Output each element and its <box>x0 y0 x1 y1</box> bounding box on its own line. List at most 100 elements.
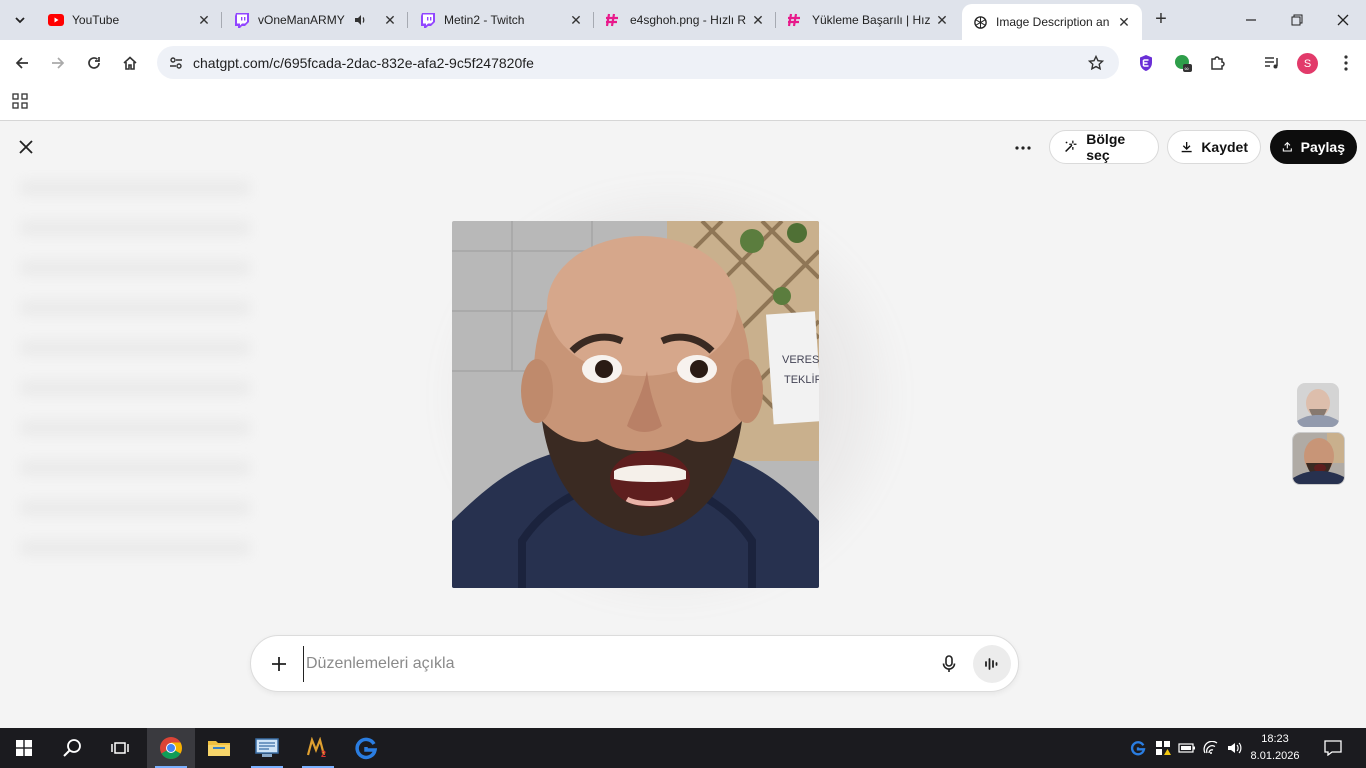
bookmarks-bar <box>0 85 1366 121</box>
back-button[interactable] <box>7 48 37 78</box>
system-clock[interactable]: 18:23 8.01.2026 <box>1246 731 1304 765</box>
close-tab-icon[interactable]: ✕ <box>196 12 212 28</box>
reload-button[interactable] <box>79 48 109 78</box>
search-button[interactable] <box>48 728 96 768</box>
twitch-icon <box>234 12 250 28</box>
add-attachment-button[interactable] <box>267 652 291 676</box>
speaker-icon[interactable] <box>352 12 368 28</box>
select-area-label: Bölge seç <box>1086 131 1126 163</box>
wifi-icon[interactable] <box>1200 728 1222 768</box>
hizli-resim-icon <box>788 12 804 28</box>
home-icon <box>123 56 137 70</box>
home-button[interactable] <box>115 48 145 78</box>
tab-title: Image Description an <box>996 15 1110 29</box>
share-button[interactable]: Paylaş <box>1270 130 1357 164</box>
tab-e4sghoh[interactable]: e4sghoh.png - Hızlı R ✕ <box>596 6 776 34</box>
media-controls-icon[interactable] <box>1259 50 1285 76</box>
g-logo-icon <box>355 737 378 760</box>
microphone-icon <box>942 655 956 672</box>
edited-image[interactable]: VERES TEKLİF <box>452 221 819 588</box>
magic-select-icon <box>1065 140 1077 153</box>
save-label: Kaydet <box>1201 139 1248 155</box>
address-bar[interactable]: chatgpt.com/c/695fcada-2dac-832e-afa2-9c… <box>157 46 1119 79</box>
new-tab-button[interactable]: + <box>1150 8 1172 30</box>
search-icon <box>63 739 81 757</box>
menu-kebab-icon[interactable] <box>1333 50 1359 76</box>
metin2-icon: 2 <box>306 737 326 759</box>
minimize-icon <box>1246 19 1256 21</box>
close-window-button[interactable] <box>1320 0 1366 40</box>
arrow-right-icon <box>52 57 65 69</box>
tab-youtube[interactable]: YouTube ✕ <box>38 6 222 34</box>
volume-icon[interactable] <box>1224 728 1246 768</box>
svg-text:TEKLİF: TEKLİF <box>784 373 819 386</box>
share-label: Paylaş <box>1300 139 1345 155</box>
save-button[interactable]: Kaydet <box>1167 130 1261 164</box>
thumbnail-original[interactable] <box>1297 383 1339 427</box>
battery-icon[interactable] <box>1176 728 1198 768</box>
url-text[interactable]: chatgpt.com/c/695fcada-2dac-832e-afa2-9c… <box>193 55 534 71</box>
profile-avatar[interactable]: S <box>1297 53 1318 74</box>
bookmark-star-icon[interactable] <box>1085 52 1107 74</box>
close-tab-icon[interactable]: ✕ <box>750 12 766 28</box>
close-tab-icon[interactable]: ✕ <box>934 12 950 28</box>
svg-text:2: 2 <box>321 749 326 759</box>
plus-icon: + <box>1155 7 1167 30</box>
more-options-button[interactable] <box>1010 135 1036 161</box>
tab-title: Yükleme Başarılı | Hız <box>812 13 930 27</box>
voice-mode-button[interactable] <box>973 645 1011 683</box>
taskbar-chrome[interactable] <box>147 728 195 768</box>
edit-description-input[interactable] <box>303 646 913 682</box>
task-view-button[interactable] <box>96 728 144 768</box>
taskbar-metin2[interactable]: 2 <box>294 728 342 768</box>
image-editor-view: Bölge seç Kaydet Paylaş VERES TEKLİF <box>0 121 1366 728</box>
apps-grid-icon[interactable] <box>12 93 28 109</box>
tab-strip: YouTube ✕ vOneManARMY - ✕ Metin2 - Twitc… <box>0 0 1366 40</box>
hizli-resim-icon <box>606 12 622 28</box>
site-settings-icon[interactable] <box>165 52 187 74</box>
dictate-button[interactable] <box>937 652 961 676</box>
youtube-icon <box>48 12 64 28</box>
upload-icon <box>1282 141 1292 152</box>
browser-toolbar: chatgpt.com/c/695fcada-2dac-832e-afa2-9c… <box>0 40 1366 85</box>
chrome-icon <box>160 737 182 759</box>
select-area-button[interactable]: Bölge seç <box>1049 130 1159 164</box>
tray-g-app-icon[interactable] <box>1128 728 1148 768</box>
close-icon <box>19 140 33 154</box>
tab-vonemanarmy[interactable]: vOneManARMY - ✕ <box>224 6 408 34</box>
twitch-icon <box>420 12 436 28</box>
close-tab-icon[interactable]: ✕ <box>1116 14 1132 30</box>
forward-button[interactable] <box>43 48 73 78</box>
start-button[interactable] <box>0 728 48 768</box>
download-icon <box>1181 142 1192 153</box>
tab-title: vOneManARMY - <box>258 13 348 27</box>
restore-button[interactable] <box>1274 0 1320 40</box>
tab-metin2-twitch[interactable]: Metin2 - Twitch ✕ <box>410 6 594 34</box>
tab-yukleme-basarili[interactable]: Yükleme Başarılı | Hız ✕ <box>778 6 960 34</box>
close-editor-button[interactable] <box>14 135 38 159</box>
arrow-left-icon <box>15 57 28 69</box>
blurred-sidebar <box>20 181 250 561</box>
close-tab-icon[interactable]: ✕ <box>382 12 398 28</box>
taskbar-g-app[interactable] <box>342 728 390 768</box>
thumbnail-edited[interactable] <box>1292 432 1345 485</box>
plus-icon <box>272 657 286 671</box>
close-tab-icon[interactable]: ✕ <box>568 12 584 28</box>
reload-icon <box>88 57 100 69</box>
tab-title: e4sghoh.png - Hızlı R <box>630 13 746 27</box>
shield-extension-icon[interactable] <box>1133 50 1159 76</box>
openai-icon <box>972 14 988 30</box>
minimize-button[interactable] <box>1228 0 1274 40</box>
chat-extension-icon[interactable]: ∞ <box>1170 50 1196 76</box>
tab-title: Metin2 - Twitch <box>444 13 525 27</box>
taskbar-network-app[interactable] <box>243 728 291 768</box>
computer-network-icon <box>255 738 279 757</box>
puzzle-extensions-icon[interactable] <box>1205 50 1231 76</box>
tab-image-description[interactable]: Image Description an ✕ <box>962 4 1142 40</box>
tray-security-warning-icon[interactable] <box>1152 728 1174 768</box>
notifications-button[interactable] <box>1318 728 1348 768</box>
clock-time: 18:23 <box>1261 733 1289 745</box>
taskbar-file-explorer[interactable] <box>195 728 243 768</box>
more-horizontal-icon <box>1015 146 1031 150</box>
tab-search-button[interactable] <box>6 7 34 33</box>
